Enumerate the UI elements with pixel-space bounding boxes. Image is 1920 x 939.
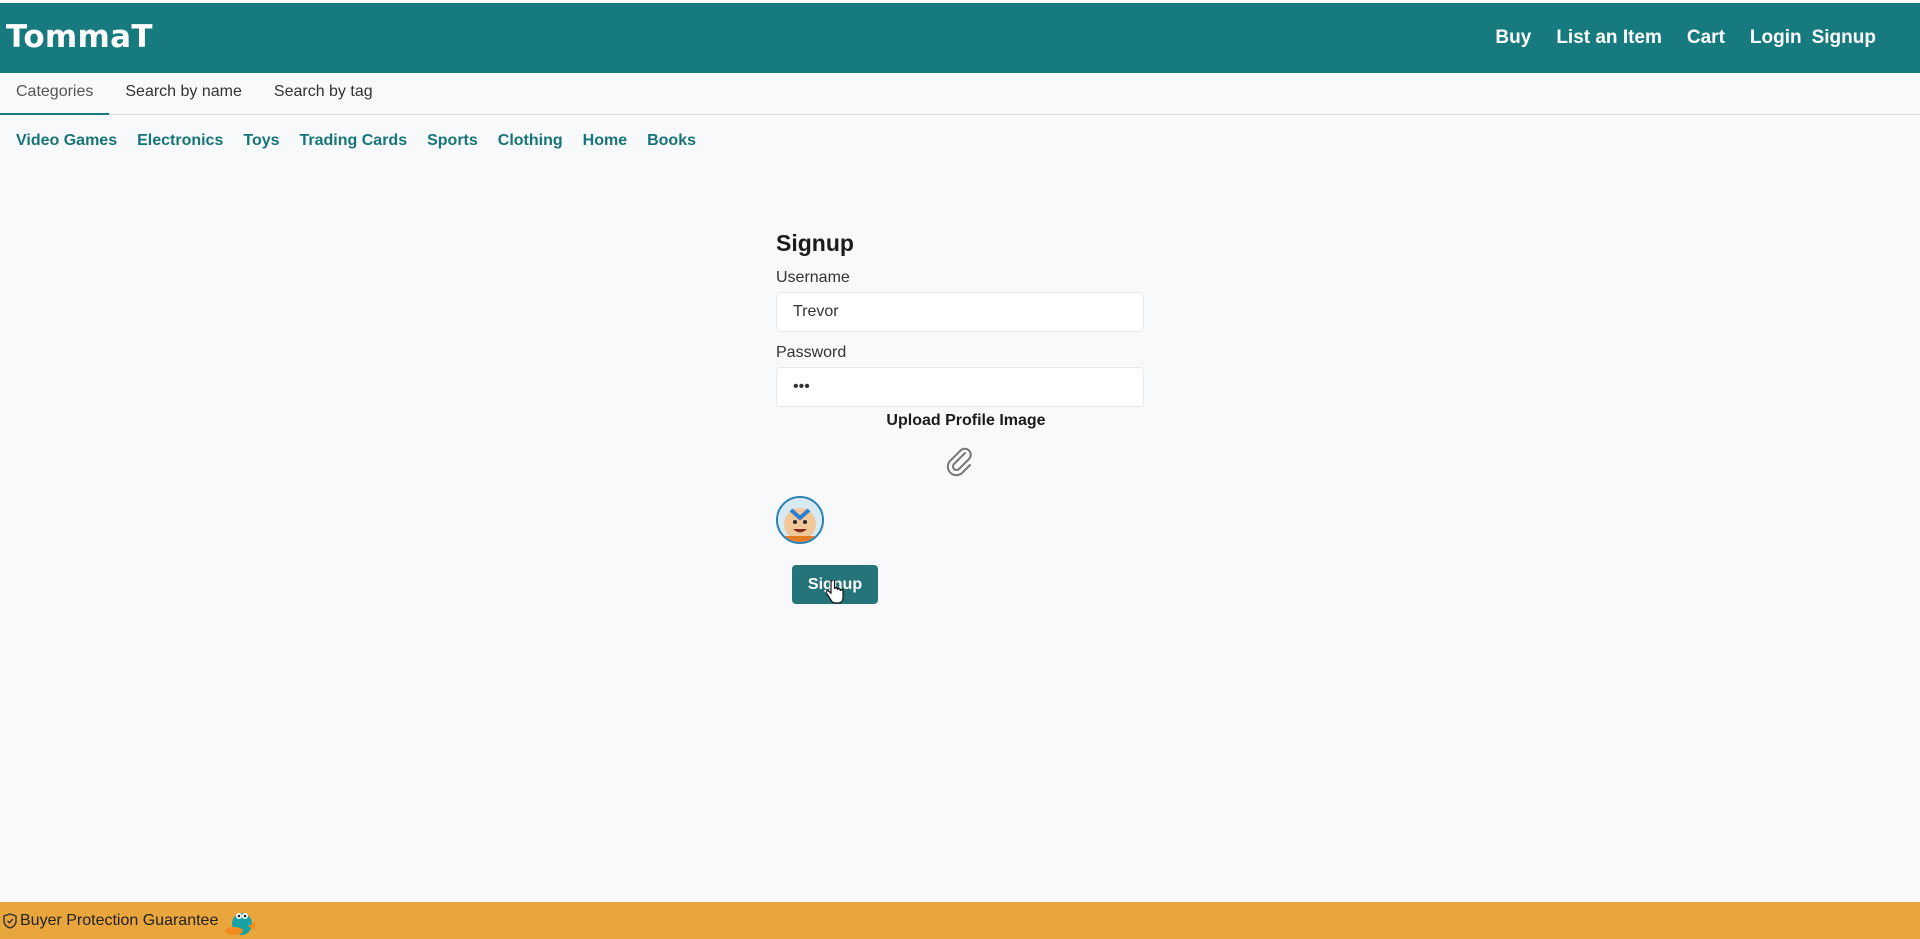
password-label: Password <box>776 344 847 361</box>
upload-profile-image-label: Upload Profile Image <box>886 412 1046 429</box>
username-label: Username <box>776 269 850 286</box>
brand-logo[interactable]: TommaT <box>6 19 153 55</box>
tab-categories[interactable]: Categories <box>0 73 110 115</box>
category-sports[interactable]: Sports <box>427 132 478 150</box>
nav-list-item[interactable]: List an Item <box>1556 27 1662 49</box>
category-links: Video Games Electronics Toys Trading Car… <box>16 132 716 150</box>
nav-login[interactable]: Login <box>1750 27 1802 49</box>
nav-cart[interactable]: Cart <box>1687 27 1725 49</box>
paperclip-icon[interactable] <box>942 444 976 478</box>
password-field[interactable] <box>776 367 1144 407</box>
username-field[interactable] <box>776 292 1144 332</box>
page: TommaT Buy List an Item Cart Login Signu… <box>0 0 1920 939</box>
tab-search-by-name[interactable]: Search by name <box>109 73 258 115</box>
main-nav: Buy List an Item Cart Login Signup <box>1470 3 1876 73</box>
buyer-protection-text: Buyer Protection Guarantee <box>20 911 219 929</box>
search-tabs: Categories Search by name Search by tag <box>0 73 1920 115</box>
category-trading-cards[interactable]: Trading Cards <box>300 132 408 150</box>
category-books[interactable]: Books <box>647 132 696 150</box>
nav-signup[interactable]: Signup <box>1812 27 1876 49</box>
shield-icon <box>3 912 17 929</box>
category-clothing[interactable]: Clothing <box>498 132 563 150</box>
nav-buy[interactable]: Buy <box>1495 27 1531 49</box>
signup-form: Signup Username Password <box>776 228 1144 407</box>
profile-image-preview <box>776 496 824 544</box>
category-electronics[interactable]: Electronics <box>137 132 223 150</box>
top-navbar: TommaT Buy List an Item Cart Login Signu… <box>0 3 1920 73</box>
category-toys[interactable]: Toys <box>243 132 279 150</box>
pointer-cursor-icon <box>826 580 844 604</box>
form-title: Signup <box>776 230 854 256</box>
category-video-games[interactable]: Video Games <box>16 132 117 150</box>
category-home[interactable]: Home <box>583 132 627 150</box>
tab-search-by-tag[interactable]: Search by tag <box>258 73 389 115</box>
footer-bar: Buyer Protection Guarantee <box>0 902 1920 939</box>
mascot-icon <box>225 912 257 935</box>
